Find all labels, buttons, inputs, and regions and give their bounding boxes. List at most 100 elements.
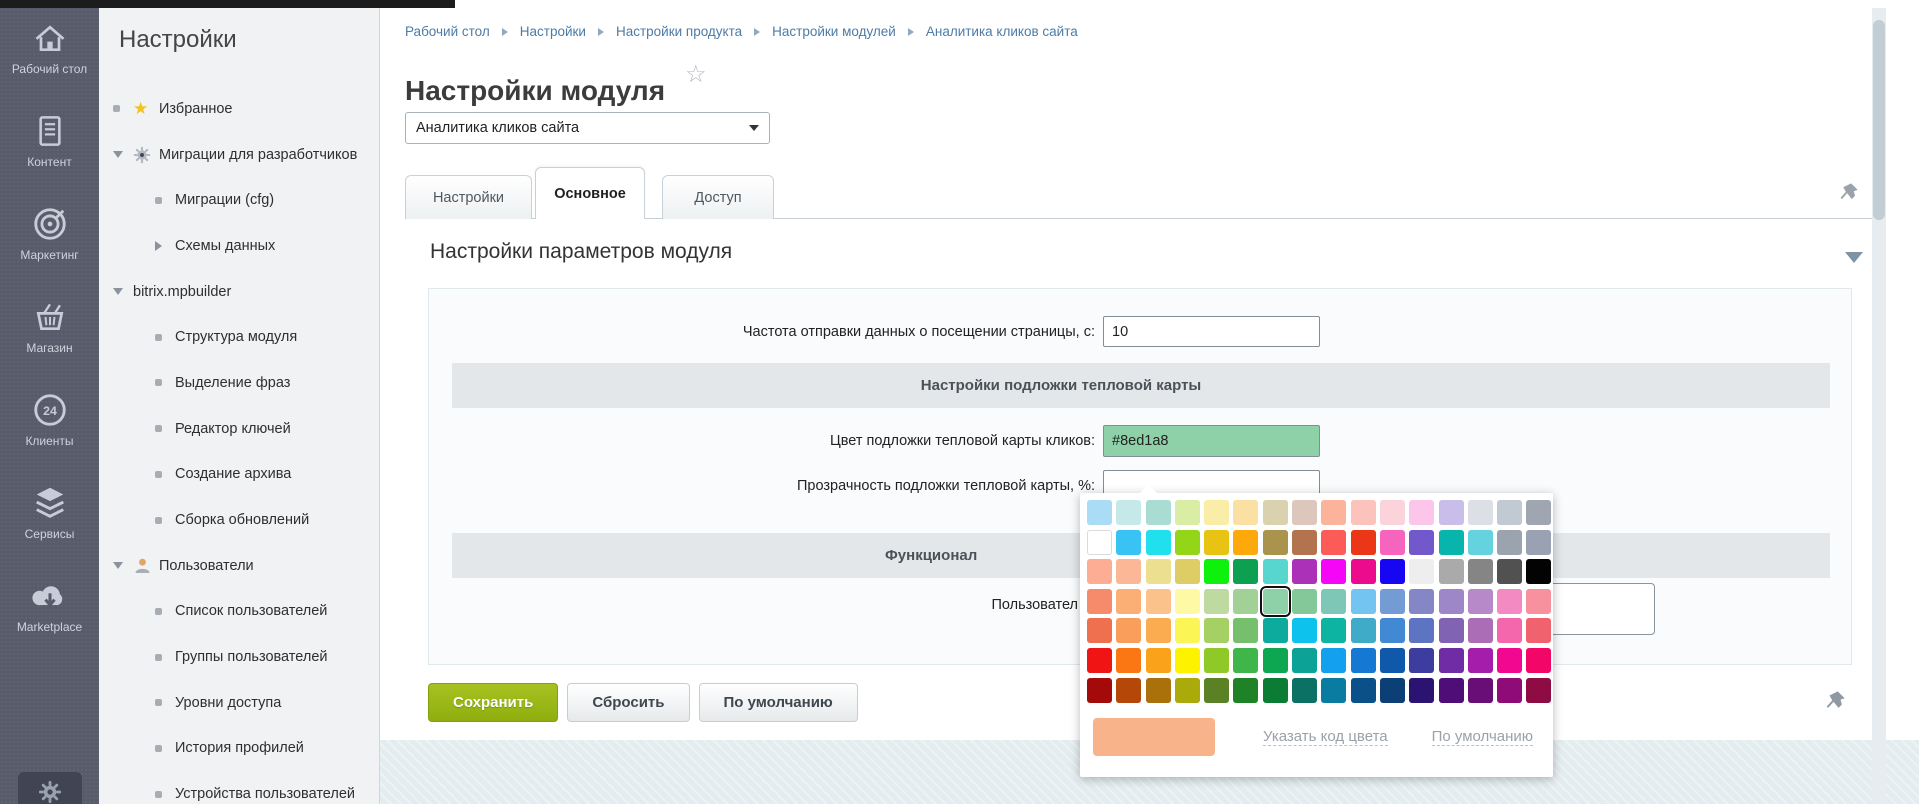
color-swatch[interactable]	[1351, 678, 1376, 703]
sidebar-item-магазин[interactable]: Магазин	[0, 287, 99, 380]
color-swatch[interactable]	[1321, 589, 1346, 614]
color-swatch[interactable]	[1380, 648, 1405, 673]
color-swatch[interactable]	[1175, 618, 1200, 643]
color-swatch[interactable]	[1321, 559, 1346, 584]
sidebar-item-рабочий-стол[interactable]: Рабочий стол	[0, 8, 99, 101]
color-swatch[interactable]	[1497, 500, 1522, 525]
color-swatch[interactable]	[1409, 648, 1434, 673]
tree-item[interactable]: bitrix.mpbuilder	[99, 269, 379, 315]
color-swatch[interactable]	[1526, 648, 1551, 673]
color-swatch[interactable]	[1116, 678, 1141, 703]
color-swatch[interactable]	[1087, 618, 1112, 643]
color-swatch-selected[interactable]	[1263, 589, 1288, 614]
color-swatch[interactable]	[1292, 589, 1317, 614]
color-swatch[interactable]	[1497, 618, 1522, 643]
color-swatch[interactable]	[1497, 678, 1522, 703]
color-swatch[interactable]	[1146, 618, 1171, 643]
color-swatch[interactable]	[1292, 530, 1317, 555]
collapse-arrow-icon[interactable]	[1845, 252, 1863, 263]
tree-item[interactable]: Уровни доступа	[99, 680, 379, 726]
tree-item[interactable]: Группы пользователей	[99, 634, 379, 680]
color-swatch[interactable]	[1409, 618, 1434, 643]
color-swatch[interactable]	[1116, 648, 1141, 673]
color-swatch[interactable]	[1321, 678, 1346, 703]
color-swatch[interactable]	[1380, 559, 1405, 584]
color-swatch[interactable]	[1351, 559, 1376, 584]
color-swatch[interactable]	[1116, 618, 1141, 643]
color-swatch[interactable]	[1497, 589, 1522, 614]
color-swatch[interactable]	[1439, 589, 1464, 614]
color-swatch[interactable]	[1526, 559, 1551, 584]
tree-item[interactable]: Выделение фраз	[99, 360, 379, 406]
color-swatch[interactable]	[1116, 530, 1141, 555]
heatmap-color-input[interactable]	[1103, 425, 1320, 457]
color-swatch[interactable]	[1439, 648, 1464, 673]
color-swatch[interactable]	[1468, 678, 1493, 703]
color-swatch[interactable]	[1204, 618, 1229, 643]
color-swatch[interactable]	[1351, 648, 1376, 673]
tree-item[interactable]: ★ Избранное	[99, 86, 379, 132]
color-swatch[interactable]	[1146, 678, 1171, 703]
color-swatch[interactable]	[1087, 559, 1112, 584]
sidebar-item-контент[interactable]: Контент	[0, 101, 99, 194]
color-swatch[interactable]	[1204, 589, 1229, 614]
color-swatch[interactable]	[1263, 559, 1288, 584]
color-swatch[interactable]	[1380, 530, 1405, 555]
color-swatch[interactable]	[1497, 530, 1522, 555]
color-swatch[interactable]	[1175, 648, 1200, 673]
sidebar-item-клиенты[interactable]: 24 Клиенты	[0, 380, 99, 473]
tree-item[interactable]: Редактор ключей	[99, 406, 379, 452]
color-swatch[interactable]	[1263, 648, 1288, 673]
color-swatch[interactable]	[1292, 500, 1317, 525]
color-swatch[interactable]	[1526, 589, 1551, 614]
color-swatch[interactable]	[1263, 678, 1288, 703]
color-swatch[interactable]	[1175, 678, 1200, 703]
color-swatch[interactable]	[1116, 500, 1141, 525]
color-swatch[interactable]	[1409, 678, 1434, 703]
color-swatch[interactable]	[1497, 559, 1522, 584]
color-swatch[interactable]	[1233, 589, 1258, 614]
color-swatch[interactable]	[1351, 500, 1376, 525]
color-swatch[interactable]	[1146, 559, 1171, 584]
breadcrumb-item[interactable]: Настройки продукта	[616, 24, 742, 39]
tree-item[interactable]: Сборка обновлений	[99, 497, 379, 543]
color-swatch[interactable]	[1087, 530, 1112, 555]
color-swatch[interactable]	[1292, 618, 1317, 643]
color-swatch[interactable]	[1468, 530, 1493, 555]
color-swatch[interactable]	[1526, 530, 1551, 555]
color-swatch[interactable]	[1409, 559, 1434, 584]
color-swatch[interactable]	[1233, 500, 1258, 525]
color-swatch[interactable]	[1175, 559, 1200, 584]
color-swatch[interactable]	[1204, 530, 1229, 555]
color-swatch[interactable]	[1497, 648, 1522, 673]
breadcrumb-item[interactable]: Рабочий стол	[405, 24, 490, 39]
pin-icon[interactable]	[1838, 182, 1859, 208]
color-swatch[interactable]	[1146, 589, 1171, 614]
color-swatch[interactable]	[1233, 618, 1258, 643]
tree-item[interactable]: История профилей	[99, 726, 379, 772]
tree-item[interactable]: Устройства пользователей	[99, 771, 379, 804]
color-swatch[interactable]	[1468, 618, 1493, 643]
tab-основное[interactable]: Основное	[535, 167, 645, 219]
sidebar-item-сервисы[interactable]: Сервисы	[0, 473, 99, 566]
color-swatch[interactable]	[1468, 500, 1493, 525]
color-swatch[interactable]	[1439, 500, 1464, 525]
tree-item[interactable]: Создание архива	[99, 452, 379, 498]
reset-button[interactable]: Сбросить	[567, 683, 689, 722]
color-swatch[interactable]	[1321, 500, 1346, 525]
default-button[interactable]: По умолчанию	[699, 683, 858, 722]
color-swatch[interactable]	[1409, 530, 1434, 555]
color-swatch[interactable]	[1351, 530, 1376, 555]
color-swatch[interactable]	[1409, 500, 1434, 525]
color-swatch[interactable]	[1439, 559, 1464, 584]
color-swatch[interactable]	[1204, 648, 1229, 673]
color-swatch[interactable]	[1468, 559, 1493, 584]
color-swatch[interactable]	[1263, 530, 1288, 555]
color-swatch[interactable]	[1087, 678, 1112, 703]
sidebar-item-marketplace[interactable]: Marketplace	[0, 566, 99, 659]
color-swatch[interactable]	[1175, 500, 1200, 525]
color-swatch[interactable]	[1233, 648, 1258, 673]
color-swatch[interactable]	[1087, 500, 1112, 525]
sidebar-item-маркетинг[interactable]: Маркетинг	[0, 194, 99, 287]
scrollbar-thumb[interactable]	[1873, 20, 1885, 220]
